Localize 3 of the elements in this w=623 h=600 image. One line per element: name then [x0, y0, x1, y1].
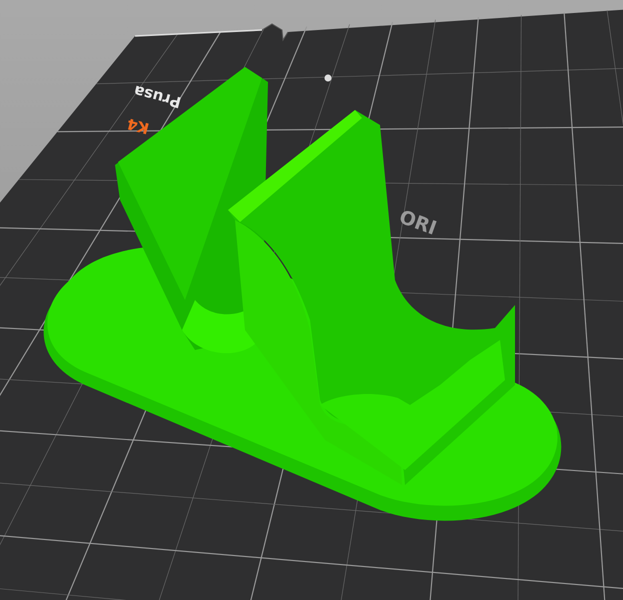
bed-label: ORI	[396, 206, 440, 240]
bed-label: Prusa	[132, 82, 184, 112]
bed-label: K4	[125, 114, 152, 138]
